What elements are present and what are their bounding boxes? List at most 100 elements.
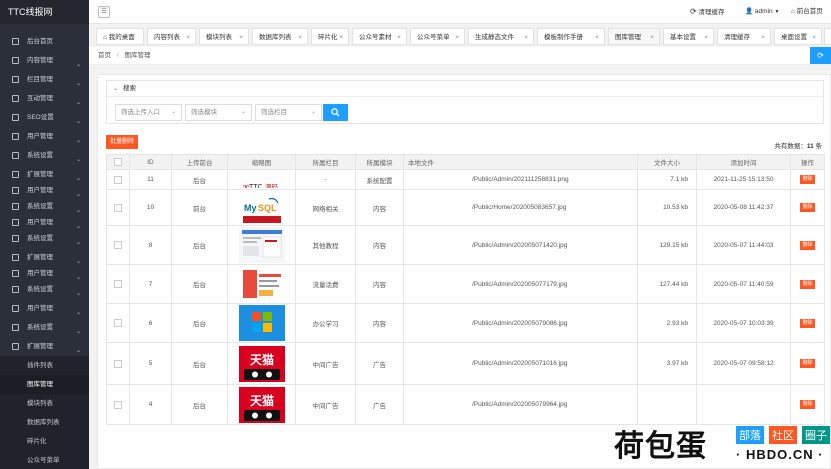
row-select-cell	[106, 342, 130, 385]
sidebar-item[interactable]: 内容管理 ⌄	[0, 51, 89, 70]
sidebar-item[interactable]: SEO设置 ⌄	[0, 108, 89, 127]
thumbnail-image[interactable]: TTTC源码	[238, 171, 285, 188]
tab[interactable]: 生成静态文件 ×	[468, 28, 534, 45]
sidebar-item[interactable]: 扩展管理 ⌄	[0, 248, 89, 267]
thumbnail-image[interactable]	[238, 227, 285, 263]
thumbnail-image[interactable]: 天猫	[238, 386, 285, 423]
filter-module-select[interactable]: 筛选模块 ⌄	[185, 104, 252, 121]
tab[interactable]: 清理缓存 ×	[717, 28, 771, 45]
delete-button[interactable]: 删除	[800, 175, 815, 184]
sidebar-subitem[interactable]: 公众号菜单	[0, 451, 89, 469]
tab[interactable]: 碎片化 ×	[311, 28, 349, 45]
sidebar-item[interactable]: 系统设置 ⌄	[0, 197, 89, 216]
delete-button[interactable]: 删除	[800, 359, 815, 368]
sidebar-item[interactable]: 用户管理 ⌄	[0, 267, 89, 281]
sidebar-item[interactable]: 栏目管理 ⌄	[0, 70, 89, 89]
thumbnail-image[interactable]	[238, 266, 285, 302]
row-checkbox[interactable]	[114, 400, 122, 409]
row-checkbox[interactable]	[114, 241, 122, 249]
sidebar-item[interactable]: 扩展管理 ⌄	[0, 165, 89, 184]
tab[interactable]: 内容列表 ×	[147, 28, 196, 45]
sidebar-item[interactable]: 用户管理 ⌄	[0, 299, 89, 318]
gear-icon	[12, 152, 19, 159]
cell-id: 11	[129, 169, 172, 190]
thumbnail-image[interactable]: 天猫	[238, 345, 285, 382]
delete-button[interactable]: 删除	[800, 279, 815, 289]
refresh-button[interactable]: ⟳	[810, 47, 831, 64]
file-path: /Public/Home/202005083657.jpg	[472, 204, 567, 211]
sidebar-item[interactable]: 互动管理 ⌄	[0, 89, 89, 108]
delete-button[interactable]: 删除	[800, 318, 815, 328]
sidebar-item[interactable]: 用户管理 ⌄	[0, 127, 89, 146]
close-icon[interactable]: ×	[239, 29, 243, 46]
tab[interactable]: 导	[824, 28, 831, 45]
sidebar-item[interactable]: 系统设置 ⌄	[0, 318, 89, 337]
col-header-id[interactable]: ID	[129, 154, 172, 170]
menu-toggle-button[interactable]: ☰	[98, 6, 110, 18]
row-checkbox[interactable]	[114, 359, 122, 368]
close-icon[interactable]: ×	[455, 29, 459, 46]
tab[interactable]: 桌面设置 ×	[774, 28, 822, 45]
cell-id: 7	[129, 264, 172, 304]
sidebar-item[interactable]: 扩展管理 ⌄	[0, 337, 89, 356]
thumbnail-image[interactable]: My SQL	[238, 191, 285, 224]
tab-label: 内容列表	[154, 34, 180, 41]
tab[interactable]: 图库管理 ×	[608, 28, 660, 45]
tab-label: 基本设置	[670, 34, 696, 41]
front-home-link[interactable]: ⌂ 前台首页	[791, 0, 823, 24]
app-root: TTC线报网 后台首页 内容管理 ⌄ 栏目管理 ⌄ 互动管理 ⌄ SEO设置 ⌄ 用户管理 ⌄ 系统设…	[0, 0, 831, 469]
delete-button[interactable]: 删除	[800, 203, 815, 212]
close-icon[interactable]: ×	[397, 29, 401, 46]
sidebar-subitem[interactable]: 碎片化	[0, 432, 89, 451]
user-menu[interactable]: 👤 admin ▼	[745, 0, 779, 24]
tab[interactable]: 数据库列表 ×	[252, 28, 308, 45]
close-icon[interactable]: ×	[650, 29, 654, 46]
close-icon[interactable]: ×	[186, 29, 190, 46]
close-icon[interactable]: ×	[812, 29, 816, 46]
close-icon[interactable]: ×	[339, 29, 343, 46]
close-icon[interactable]: ×	[298, 29, 302, 46]
select-all-checkbox[interactable]	[114, 158, 122, 166]
batch-delete-button[interactable]: 批量删除	[106, 135, 139, 149]
row-checkbox[interactable]	[114, 280, 122, 288]
close-icon[interactable]: ×	[595, 29, 599, 46]
cell-actions: 删除	[790, 189, 825, 226]
clear-cache-link[interactable]: ⟳ 清理缓存	[690, 0, 725, 24]
filter-column-select[interactable]: 筛选栏目 ⌄	[255, 104, 322, 121]
search-button[interactable]	[323, 104, 348, 121]
tab[interactable]: 模板制作手册 ×	[537, 28, 605, 45]
tab[interactable]: 基本设置 ×	[663, 28, 714, 45]
cell-column: 流量话费	[295, 264, 356, 304]
close-icon[interactable]: ×	[524, 29, 528, 46]
row-checkbox[interactable]	[114, 175, 122, 184]
close-icon[interactable]: ×	[761, 29, 765, 46]
close-icon[interactable]: ×	[704, 29, 708, 46]
tab[interactable]: ⌂ 我的桌面	[96, 28, 144, 45]
sidebar-subitem[interactable]: 模块列表	[0, 394, 89, 413]
search-panel-header[interactable]: ⌄ 搜索	[107, 81, 823, 97]
sidebar-item[interactable]: 系统设置 ⌄	[0, 229, 89, 248]
row-checkbox[interactable]	[114, 203, 122, 212]
sidebar-item[interactable]: 系统设置 ⌄	[0, 146, 89, 165]
sidebar-subitem[interactable]: 图库管理	[0, 375, 89, 394]
table-row: 7 后台 流量话费 内容/Public/Admin/202005077179.jpg 1…	[106, 264, 825, 304]
sidebar-item[interactable]: 系统设置 ⌄	[0, 280, 89, 299]
filter-upload-select[interactable]: 筛选上传入口 ⌄	[115, 104, 182, 121]
thumbnail-image[interactable]	[238, 305, 285, 341]
tab[interactable]: 模块列表 ×	[199, 28, 249, 45]
sidebar-item[interactable]: 后台首页	[0, 32, 89, 51]
col-header-time[interactable]: 添加时间	[696, 154, 791, 170]
sidebar-item[interactable]: 用户管理 ⌄	[0, 216, 89, 230]
tab[interactable]: 公众号素材 ×	[352, 28, 407, 45]
sidebar-item[interactable]: 用户管理 ⌄	[0, 184, 89, 198]
row-checkbox[interactable]	[114, 319, 122, 327]
svg-text:SQL: SQL	[258, 203, 277, 213]
cell-id: 5	[129, 342, 172, 385]
breadcrumb-home[interactable]: 首页	[98, 52, 111, 59]
delete-button[interactable]: 删除	[800, 240, 815, 250]
col-header-size[interactable]: 文件大小	[637, 154, 697, 170]
sidebar-subitem[interactable]: 数据库列表	[0, 413, 89, 432]
tab[interactable]: 公众号菜单 ×	[410, 28, 465, 45]
watermark-main-text: 荷包蛋	[614, 430, 707, 463]
delete-button[interactable]: 删除	[800, 400, 815, 409]
